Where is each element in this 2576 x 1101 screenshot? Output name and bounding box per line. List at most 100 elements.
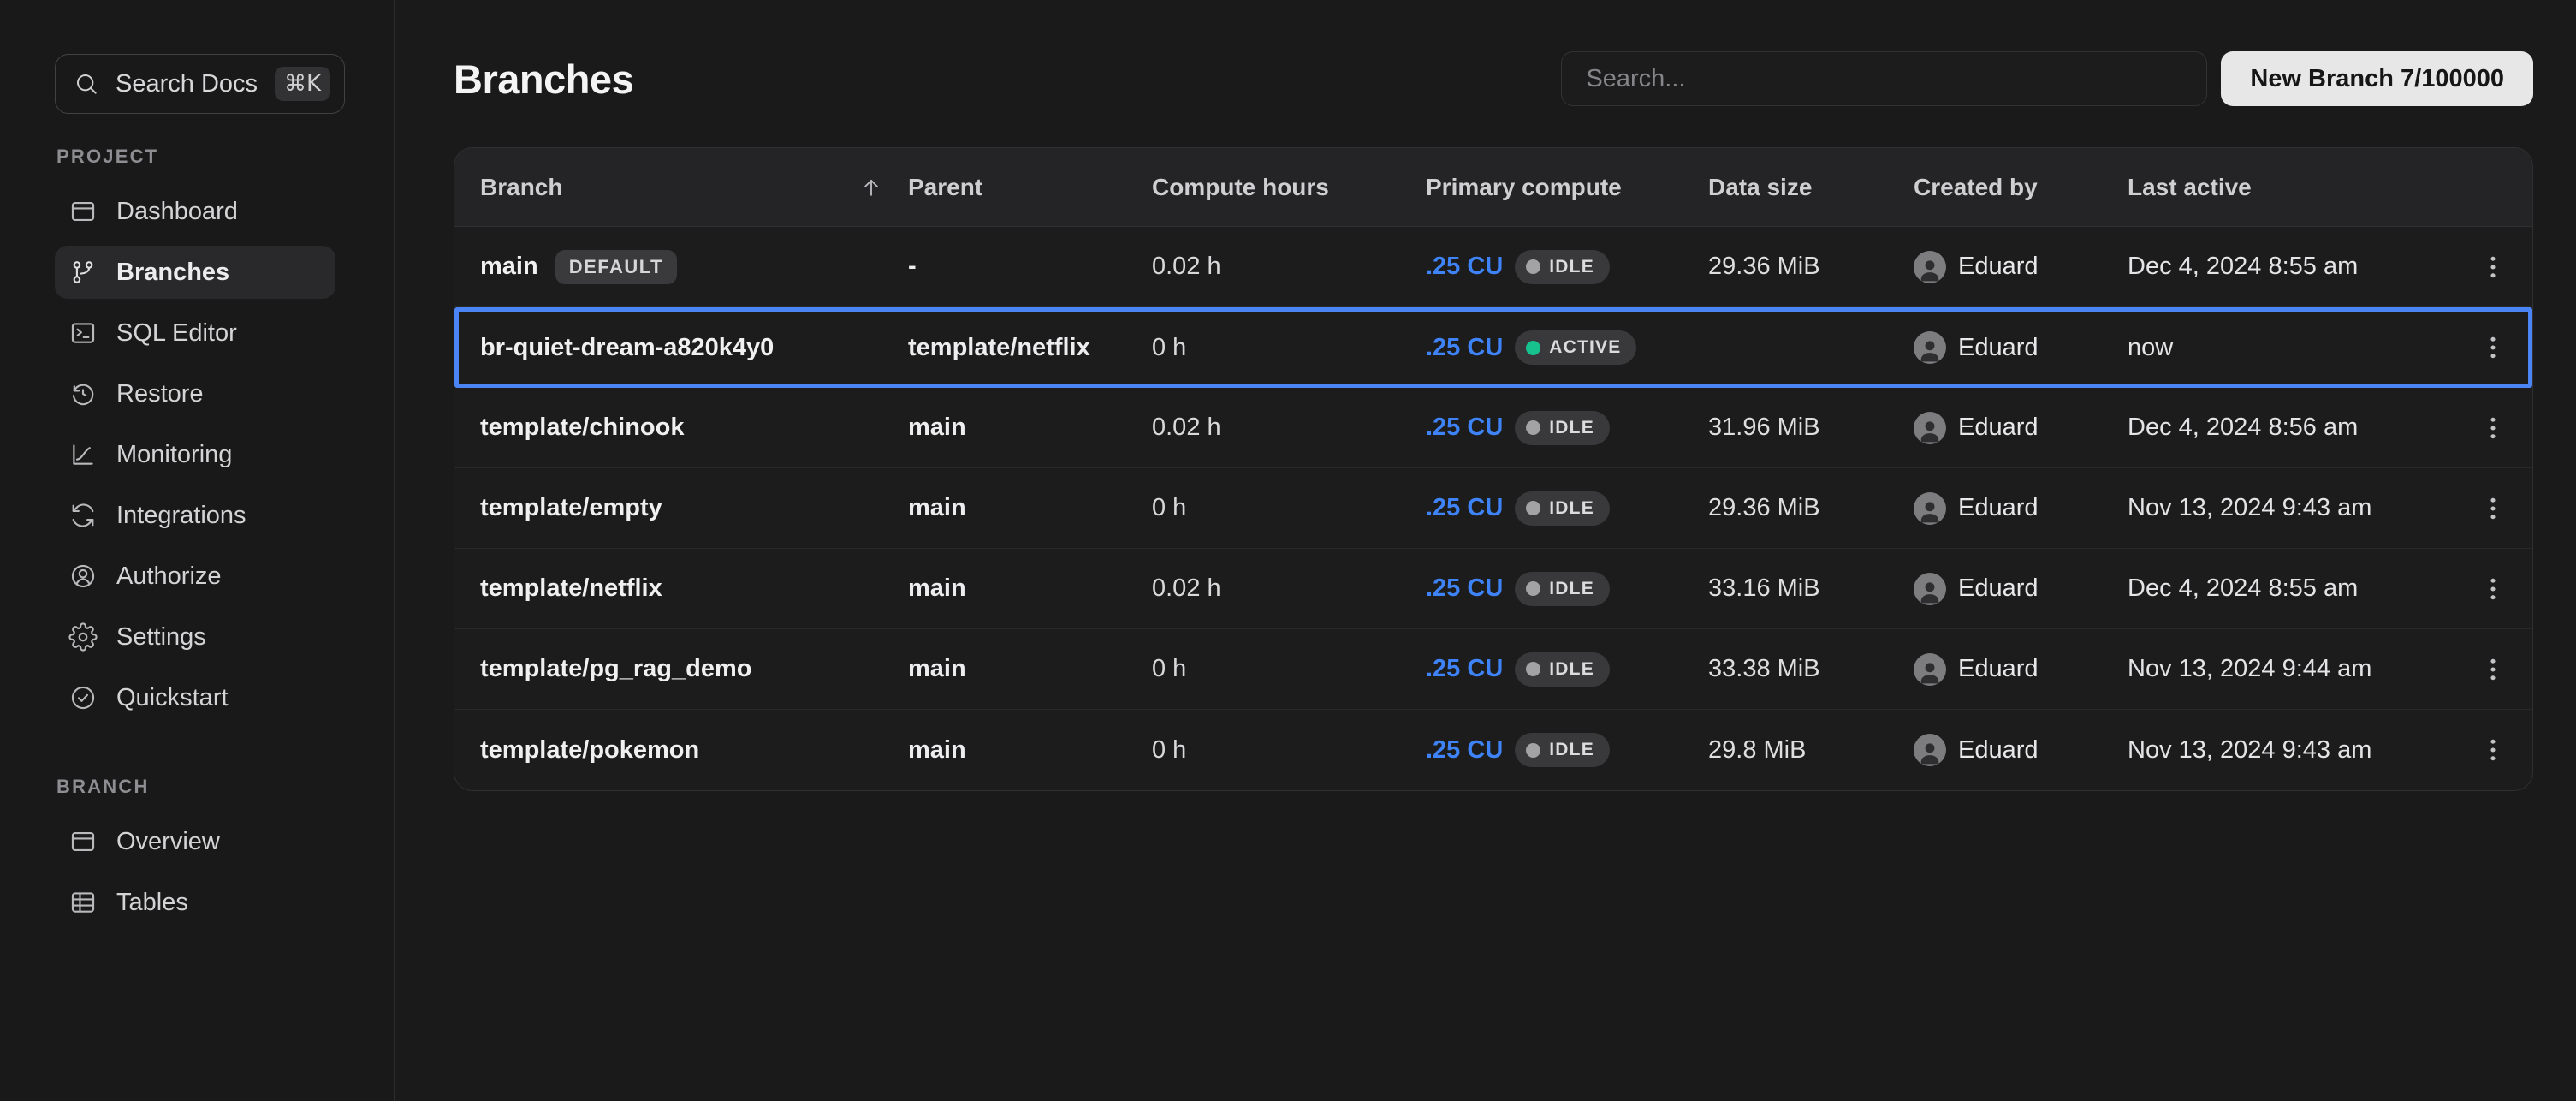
column-header-label: Last active: [2128, 174, 2252, 200]
sidebar-item-label: Tables: [116, 889, 188, 917]
created-by-cell: Eduard: [1914, 573, 2128, 605]
new-branch-button[interactable]: New Branch 7/100000: [2221, 51, 2533, 106]
sidebar-item-overview[interactable]: Overview: [55, 815, 335, 868]
sidebar-item-sql-editor[interactable]: SQL Editor: [55, 306, 335, 360]
branch-row-template-pokemon[interactable]: template/pokemonmain0 h.25 CUIDLE29.8 Mi…: [454, 710, 2532, 790]
primary-compute-cell: .25 CUACTIVE: [1426, 330, 1708, 365]
compute-hours-cell: 0.02 h: [1152, 414, 1426, 442]
row-menu-button[interactable]: [2478, 735, 2508, 765]
column-header-compute-hours[interactable]: Compute hours: [1152, 174, 1426, 201]
branch-name: template/chinook: [480, 414, 685, 442]
monitoring-icon: [68, 440, 98, 469]
data-size-cell: 29.36 MiB: [1708, 494, 1914, 522]
branch-row-template-netflix[interactable]: template/netflixmain0.02 h.25 CUIDLE33.1…: [454, 549, 2532, 629]
status-badge: IDLE: [1515, 572, 1610, 606]
sidebar-item-restore[interactable]: Restore: [55, 367, 335, 420]
integrations-icon: [68, 501, 98, 530]
column-header-data-size[interactable]: Data size: [1708, 174, 1914, 201]
data-size-cell: 29.36 MiB: [1708, 253, 1914, 281]
branch-cell: template/netflix: [480, 574, 908, 603]
status-label: IDLE: [1549, 579, 1594, 599]
status-label: IDLE: [1549, 740, 1594, 760]
branch-cell: template/chinook: [480, 414, 908, 442]
main-content: Branches New Branch 7/100000 BranchParen…: [395, 0, 2576, 1101]
parent-cell: main: [908, 736, 1152, 765]
column-header-branch[interactable]: Branch: [480, 174, 908, 201]
column-header-label: Primary compute: [1426, 174, 1622, 200]
row-actions-cell: [2487, 413, 2508, 443]
table-body: mainDEFAULT-0.02 h.25 CUIDLE29.36 MiBEdu…: [454, 227, 2532, 790]
avatar: [1914, 734, 1946, 766]
compute-hours-cell: 0.02 h: [1152, 253, 1426, 281]
compute-size-value: .25 CU: [1426, 655, 1503, 683]
sidebar-item-authorize[interactable]: Authorize: [55, 550, 335, 603]
sidebar-item-branches[interactable]: Branches: [55, 246, 335, 299]
avatar: [1914, 653, 1946, 686]
branch-search-input[interactable]: [1561, 51, 2207, 106]
search-docs-shortcut: ⌘K: [275, 67, 330, 101]
primary-compute-cell: .25 CUIDLE: [1426, 491, 1708, 526]
compute-hours-cell: 0 h: [1152, 655, 1426, 683]
sidebar-item-label: Overview: [116, 828, 220, 856]
tables-icon: [68, 888, 98, 917]
status-dot: [1526, 743, 1540, 758]
branch-row-br-quiet-dream-a820k4y0[interactable]: br-quiet-dream-a820k4y0template/netflix0…: [454, 307, 2532, 388]
status-badge: IDLE: [1515, 250, 1610, 284]
column-header-created-by[interactable]: Created by: [1914, 174, 2128, 201]
status-dot: [1526, 501, 1540, 515]
column-header-primary-compute[interactable]: Primary compute: [1426, 174, 1708, 201]
sidebar-item-label: Quickstart: [116, 684, 229, 712]
app-root: Search Docs ⌘K PROJECTDashboardBranchesS…: [0, 0, 2576, 1101]
last-active-cell: Nov 13, 2024 9:44 am: [2128, 655, 2487, 683]
row-menu-button[interactable]: [2478, 654, 2508, 685]
status-label: IDLE: [1549, 659, 1594, 680]
branch-row-main[interactable]: mainDEFAULT-0.02 h.25 CUIDLE29.36 MiBEdu…: [454, 227, 2532, 307]
status-label: IDLE: [1549, 257, 1594, 277]
branch-row-template-empty[interactable]: template/emptymain0 h.25 CUIDLE29.36 MiB…: [454, 468, 2532, 549]
sidebar-item-monitoring[interactable]: Monitoring: [55, 428, 335, 481]
column-header-parent[interactable]: Parent: [908, 174, 1152, 201]
branch-row-template-pg-rag-demo[interactable]: template/pg_rag_demomain0 h.25 CUIDLE33.…: [454, 629, 2532, 710]
sidebar-item-quickstart[interactable]: Quickstart: [55, 671, 335, 724]
topbar: Branches New Branch 7/100000: [454, 49, 2533, 109]
sidebar-item-integrations[interactable]: Integrations: [55, 489, 335, 542]
branch-name: template/pg_rag_demo: [480, 655, 751, 683]
kebab-icon: [2478, 413, 2508, 443]
created-by-cell: Eduard: [1914, 331, 2128, 364]
row-actions-cell: [2487, 735, 2508, 765]
branch-row-template-chinook[interactable]: template/chinookmain0.02 h.25 CUIDLE31.9…: [454, 388, 2532, 468]
nav-list-project: Dashboard Branches SQL Editor Restore Monito…: [0, 185, 394, 724]
created-by-name: Eduard: [1958, 334, 2039, 362]
search-icon: [73, 70, 100, 98]
sidebar-item-label: SQL Editor: [116, 319, 237, 348]
data-size-cell: 29.8 MiB: [1708, 736, 1914, 765]
sidebar-item-tables[interactable]: Tables: [55, 876, 335, 929]
created-by-name: Eduard: [1958, 655, 2039, 683]
row-menu-button[interactable]: [2478, 493, 2508, 524]
parent-cell: template/netflix: [908, 334, 1152, 362]
avatar: [1914, 251, 1946, 283]
row-menu-button[interactable]: [2478, 413, 2508, 443]
primary-compute-cell: .25 CU IDLE: [1426, 572, 1708, 606]
row-menu-button[interactable]: [2478, 574, 2508, 604]
sidebar-item-dashboard[interactable]: Dashboard: [55, 185, 335, 238]
search-docs-button[interactable]: Search Docs ⌘K: [55, 54, 345, 114]
status-badge: ACTIVE: [1515, 330, 1636, 365]
row-menu-button[interactable]: [2478, 332, 2508, 363]
status-label: ACTIVE: [1549, 337, 1621, 358]
avatar: [1914, 331, 1946, 364]
settings-icon: [68, 622, 98, 652]
search-docs-label: Search Docs: [116, 70, 258, 98]
primary-compute-cell: .25 CUIDLE: [1426, 411, 1708, 445]
compute-size-value: .25 CU: [1426, 414, 1503, 442]
status-badge: IDLE: [1515, 733, 1610, 767]
status-badge: IDLE: [1515, 491, 1610, 526]
row-menu-button[interactable]: [2478, 252, 2508, 283]
sidebar-item-label: Dashboard: [116, 198, 238, 226]
compute-size-value: .25 CU: [1426, 574, 1503, 603]
kebab-icon: [2478, 493, 2508, 524]
status-dot: [1526, 341, 1540, 355]
column-header-last-active[interactable]: Last active: [2128, 174, 2487, 201]
kebab-icon: [2478, 735, 2508, 765]
sidebar-item-settings[interactable]: Settings: [55, 610, 335, 664]
